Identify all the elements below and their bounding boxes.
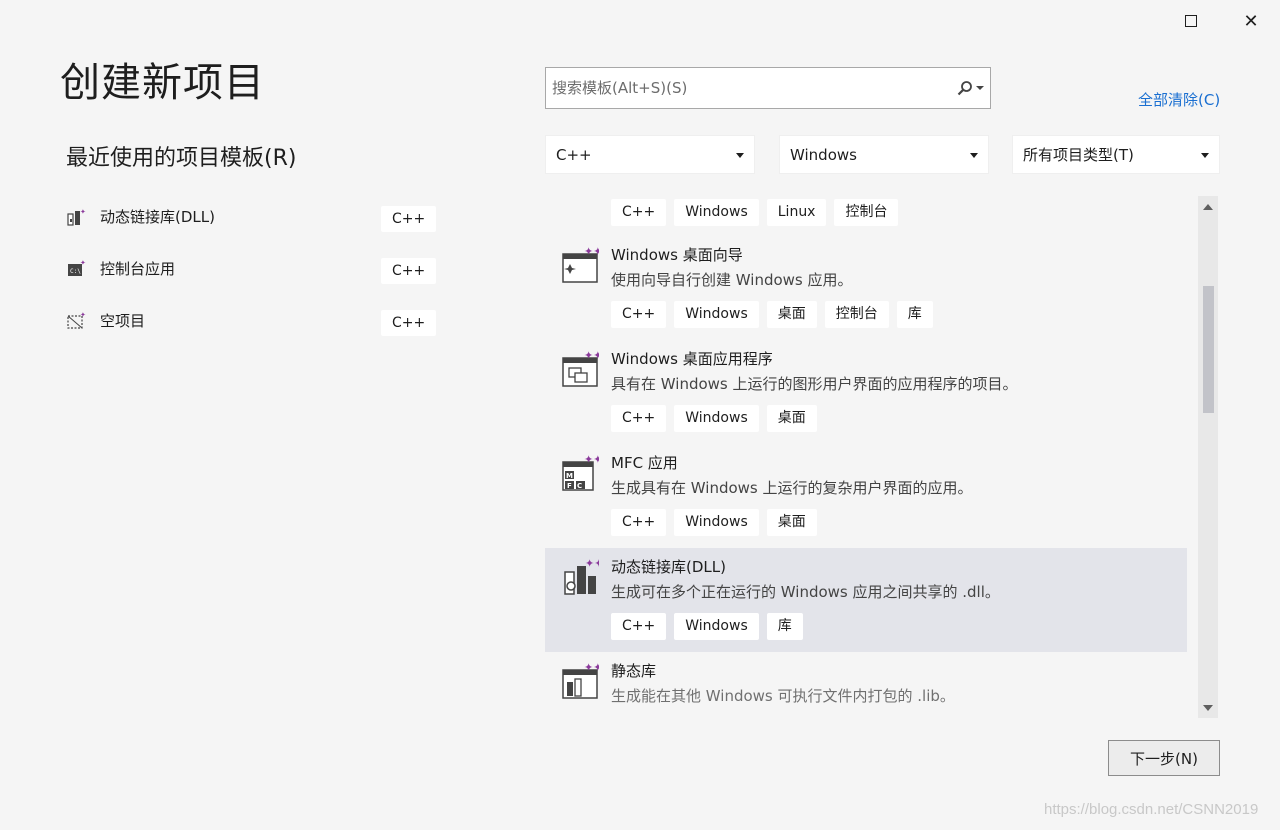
project-type-filter-value: 所有项目类型(T) xyxy=(1023,146,1134,164)
svg-text:✦: ✦ xyxy=(80,311,86,319)
template-name: 静态库 xyxy=(611,662,657,680)
svg-text:✦✦: ✦✦ xyxy=(584,246,599,258)
platform-filter-value: Windows xyxy=(790,145,857,164)
recent-item-tag: C++ xyxy=(381,310,437,336)
clear-all-link[interactable]: 全部清除(C) xyxy=(1138,89,1220,110)
watermark: https://blog.csdn.net/CSNN2019 xyxy=(1044,801,1259,818)
tag: Windows xyxy=(674,405,759,432)
dll-icon: ✦ xyxy=(66,207,86,227)
recent-templates-list: ✦ 动态链接库(DLL) C++ C:\ ✦ 控制台应用 C++ ✦ 空项目 C… xyxy=(66,202,437,358)
svg-text:✦: ✦ xyxy=(80,259,86,267)
tag: C++ xyxy=(611,509,667,536)
mfc-icon: M F C ✦✦ xyxy=(562,454,599,491)
recent-item-label: 动态链接库(DLL) xyxy=(100,208,215,226)
maximize-button[interactable] xyxy=(1176,8,1206,34)
chevron-down-icon xyxy=(736,153,744,158)
scroll-up-icon[interactable] xyxy=(1203,204,1213,210)
chevron-down-icon xyxy=(970,153,978,158)
console-icon: C:\ ✦ xyxy=(66,259,86,279)
template-description: 生成具有在 Windows 上运行的复杂用户界面的应用。 xyxy=(611,479,973,497)
template-static-lib[interactable]: ✦✦ 静态库 生成能在其他 Windows 可执行文件内打包的 .lib。 xyxy=(545,652,1187,718)
tag: Windows xyxy=(674,509,759,536)
search-input[interactable] xyxy=(546,68,950,108)
tag: 控制台 xyxy=(834,199,899,226)
platform-filter[interactable]: Windows xyxy=(779,135,989,174)
template-list-scrollbar[interactable] xyxy=(1198,196,1218,718)
tag: 桌面 xyxy=(766,405,817,432)
template-description: 生成能在其他 Windows 可执行文件内打包的 .lib。 xyxy=(611,687,955,705)
static-lib-icon: ✦✦ xyxy=(562,662,599,699)
template-dll[interactable]: ✦✦ 动态链接库(DLL) 生成可在多个正在运行的 Windows 应用之间共享… xyxy=(545,548,1187,652)
language-filter[interactable]: C++ xyxy=(545,135,755,174)
template-windows-desktop-app[interactable]: ✦✦ Windows 桌面应用程序 具有在 Windows 上运行的图形用户界面… xyxy=(545,340,1187,444)
template-tags: C++ Windows 桌面 xyxy=(611,405,817,432)
svg-text:✦: ✦ xyxy=(80,208,86,216)
recent-templates-heading: 最近使用的项目模板(R) xyxy=(66,146,297,171)
svg-text:F: F xyxy=(567,482,572,490)
template-mfc-app[interactable]: M F C ✦✦ MFC 应用 生成具有在 Windows 上运行的复杂用户界面… xyxy=(545,444,1187,548)
recent-item-empty-project[interactable]: ✦ 空项目 C++ xyxy=(66,306,437,358)
template-name: Windows 桌面向导 xyxy=(611,246,743,264)
template-tags: C++ Windows 桌面 控制台 库 xyxy=(611,301,933,328)
language-filter-value: C++ xyxy=(556,145,592,164)
template-tags: C++ Windows 库 xyxy=(611,613,803,640)
svg-text:✦✦: ✦✦ xyxy=(584,350,599,362)
search-icon xyxy=(957,81,972,96)
tag: C++ xyxy=(611,405,667,432)
tag: Linux xyxy=(766,199,827,226)
svg-text:C:\: C:\ xyxy=(70,268,81,275)
tag: 桌面 xyxy=(766,301,817,328)
project-type-filter[interactable]: 所有项目类型(T) xyxy=(1012,135,1220,174)
page-title: 创建新项目 xyxy=(60,60,265,106)
recent-item-label: 控制台应用 xyxy=(100,260,176,278)
search-options-button[interactable] xyxy=(950,80,990,96)
tag: 桌面 xyxy=(766,509,817,536)
template-name: Windows 桌面应用程序 xyxy=(611,350,773,368)
previous-template-tags: C++ Windows Linux 控制台 xyxy=(611,199,899,226)
template-windows-desktop-wizard[interactable]: ✦✦ Windows 桌面向导 使用向导自行创建 Windows 应用。 C++… xyxy=(545,236,1187,340)
chevron-down-icon xyxy=(1201,153,1209,158)
close-icon: ✕ xyxy=(1243,10,1259,32)
template-description: 具有在 Windows 上运行的图形用户界面的应用程序的项目。 xyxy=(611,375,1018,393)
recent-item-tag: C++ xyxy=(381,258,437,284)
maximize-icon xyxy=(1185,15,1197,27)
tag: 库 xyxy=(766,613,803,640)
template-list[interactable]: C++ Windows Linux 控制台 ✦✦ Windows 桌面向导 使用… xyxy=(545,196,1187,718)
recent-item-dll[interactable]: ✦ 动态链接库(DLL) C++ xyxy=(66,202,437,254)
empty-project-icon: ✦ xyxy=(66,311,86,331)
scroll-down-icon[interactable] xyxy=(1203,705,1213,711)
tag: Windows xyxy=(674,301,759,328)
tag: Windows xyxy=(674,199,759,226)
chevron-down-icon xyxy=(975,86,984,90)
template-tags: C++ Windows 桌面 xyxy=(611,509,817,536)
template-name: MFC 应用 xyxy=(611,454,678,472)
svg-text:C: C xyxy=(577,482,582,490)
tag: 控制台 xyxy=(824,301,889,328)
dll-icon: ✦✦ xyxy=(564,558,599,595)
tag: 库 xyxy=(896,301,933,328)
desktop-app-icon: ✦✦ xyxy=(562,350,599,387)
svg-text:✦✦: ✦✦ xyxy=(585,558,599,570)
recent-item-tag: C++ xyxy=(381,206,437,232)
template-description: 生成可在多个正在运行的 Windows 应用之间共享的 .dll。 xyxy=(611,583,1000,601)
next-button[interactable]: 下一步(N) xyxy=(1108,740,1220,776)
recent-item-label: 空项目 xyxy=(100,312,146,330)
tag: C++ xyxy=(611,613,667,640)
search-box xyxy=(545,67,991,109)
recent-item-console[interactable]: C:\ ✦ 控制台应用 C++ xyxy=(66,254,437,306)
svg-text:M: M xyxy=(566,472,573,480)
desktop-wizard-icon: ✦✦ xyxy=(562,246,599,283)
scrollbar-thumb[interactable] xyxy=(1203,286,1214,413)
tag: Windows xyxy=(674,613,759,640)
tag: C++ xyxy=(611,301,667,328)
svg-text:✦✦: ✦✦ xyxy=(584,662,599,674)
svg-text:✦✦: ✦✦ xyxy=(584,454,599,466)
tag: C++ xyxy=(611,199,667,226)
close-button[interactable]: ✕ xyxy=(1236,8,1266,34)
template-name: 动态链接库(DLL) xyxy=(611,558,726,576)
template-description: 使用向导自行创建 Windows 应用。 xyxy=(611,271,853,289)
